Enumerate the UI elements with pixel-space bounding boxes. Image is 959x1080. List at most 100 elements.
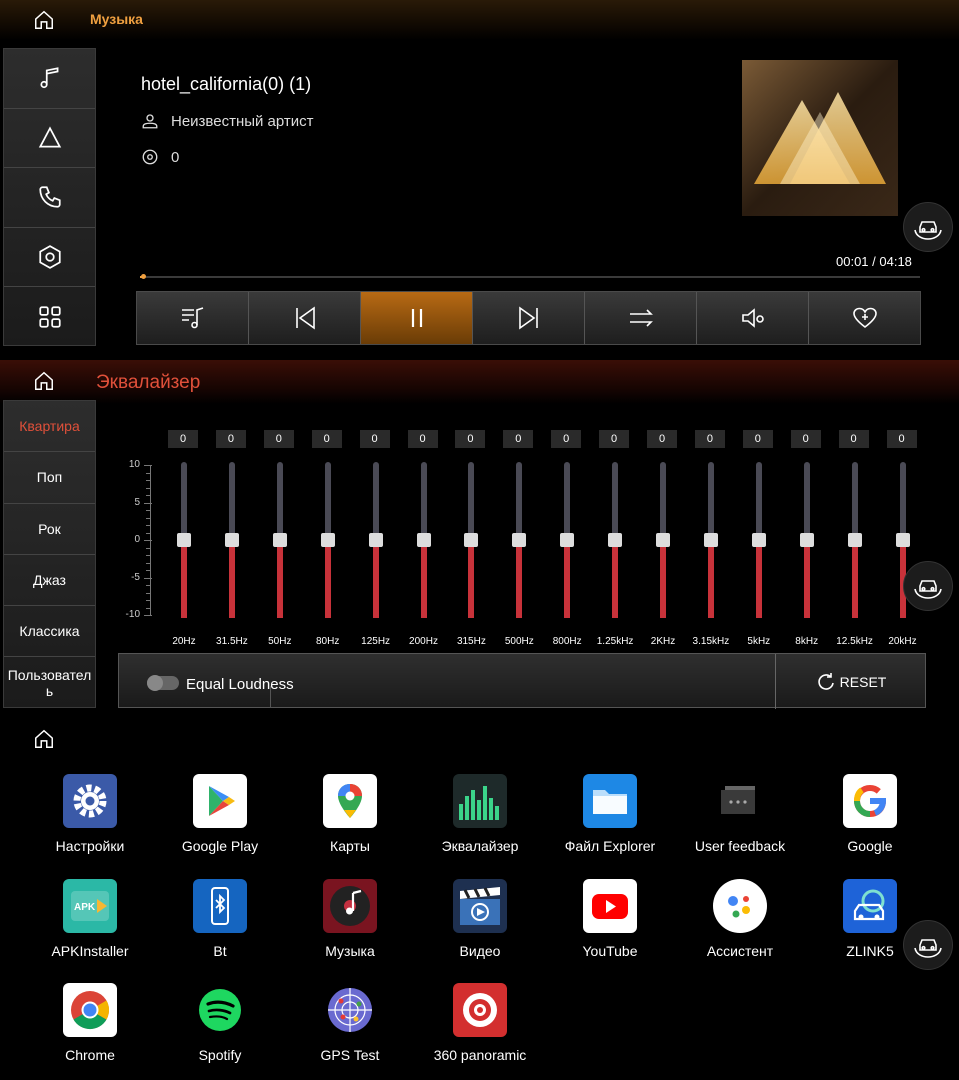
pause-button[interactable] <box>361 292 473 344</box>
band-slider-knob[interactable] <box>560 533 575 547</box>
app-tile[interactable]: Музыка <box>285 878 415 959</box>
sound-settings-button[interactable] <box>697 292 809 344</box>
side-nav-navigation[interactable] <box>4 109 95 169</box>
band-slider-knob[interactable] <box>272 533 287 547</box>
band-value: 0 <box>838 430 869 448</box>
band-level <box>181 540 187 618</box>
app-tile[interactable]: Spotify <box>155 983 285 1063</box>
band-level <box>707 540 714 618</box>
scale-label: 5 <box>134 496 140 508</box>
preset-item[interactable]: Классика <box>4 606 95 658</box>
band-value: 0 <box>742 430 773 448</box>
music-app-icon <box>323 878 377 933</box>
music-side-nav <box>3 48 96 346</box>
band-slider-knob[interactable] <box>895 533 910 547</box>
app-tile[interactable]: YouTube <box>545 878 675 959</box>
car-mode-button-eq[interactable] <box>903 561 953 611</box>
album-name: 0 <box>171 148 180 166</box>
progress-knob[interactable] <box>141 274 147 279</box>
app-tile[interactable]: Видео <box>415 878 545 959</box>
band-level <box>468 540 475 618</box>
band-slider-knob[interactable] <box>656 533 670 547</box>
progress-bar[interactable] <box>140 274 920 279</box>
music-top-bar: Музыка <box>0 0 959 40</box>
band-value: 0 <box>168 430 198 448</box>
app-label: GPS Test <box>320 1047 380 1063</box>
band-slider-knob[interactable] <box>368 533 383 547</box>
favorite-button[interactable] <box>809 292 920 344</box>
app-tile[interactable]: 360 panoramic <box>415 983 545 1063</box>
band-slider-knob[interactable] <box>751 533 766 547</box>
band-value: 0 <box>886 430 917 448</box>
home-icon[interactable] <box>33 370 55 392</box>
app-tile[interactable]: Google <box>805 774 935 854</box>
band-slider-knob[interactable] <box>177 533 191 547</box>
google-icon <box>843 774 897 828</box>
band-slider-knob[interactable] <box>847 533 862 547</box>
band-level <box>660 540 666 618</box>
app-tile[interactable]: APK APKInstaller <box>25 878 155 959</box>
band-slider-knob[interactable] <box>703 533 718 547</box>
app-tile[interactable]: Файл Explorer <box>545 774 675 854</box>
band-value: 0 <box>311 430 342 448</box>
preset-item[interactable]: Джаз <box>4 555 95 607</box>
favorite-icon <box>852 307 877 329</box>
playback-controls <box>136 291 921 345</box>
music-player-panel: Музыка hotel_california(0) (1) Неизвестн… <box>0 0 959 360</box>
band-slider-knob[interactable] <box>464 533 479 547</box>
reset-button[interactable]: RESET <box>776 654 926 709</box>
preset-item[interactable]: Поп <box>4 452 95 504</box>
app-tile[interactable]: Google Play <box>155 774 285 854</box>
app-label: APKInstaller <box>51 942 129 959</box>
home-icon[interactable] <box>33 728 55 750</box>
band-frequency: 20kHz <box>888 636 917 647</box>
shuffle-button[interactable] <box>585 292 697 344</box>
side-nav-phone[interactable] <box>4 168 95 228</box>
car-mode-button-launcher[interactable] <box>903 920 953 970</box>
app-label: Ассистент <box>706 942 774 959</box>
equal-loudness-toggle[interactable] <box>147 675 179 691</box>
app-tile[interactable]: User feedback <box>675 774 805 854</box>
previous-button[interactable] <box>249 292 361 344</box>
preset-item[interactable]: Квартира <box>4 401 95 453</box>
app-label: Chrome <box>65 1047 115 1063</box>
app-tile[interactable]: Ассистент <box>675 878 805 959</box>
playlist-button[interactable] <box>137 292 249 344</box>
equalizer-icon <box>453 774 507 828</box>
scale-tick <box>146 472 151 474</box>
google-play-icon <box>193 774 247 828</box>
app-tile[interactable]: Настройки <box>25 774 155 854</box>
artist-name: Неизвестный артист <box>171 112 314 130</box>
side-nav-music[interactable] <box>4 49 95 109</box>
band-slider-knob[interactable] <box>799 533 814 547</box>
band-slider-knob[interactable] <box>512 533 527 547</box>
app-tile[interactable]: Bt <box>155 878 285 959</box>
band-value: 0 <box>263 430 294 448</box>
band-slider-knob[interactable] <box>320 533 335 547</box>
svg-text:APK: APK <box>74 902 96 913</box>
equalizer-top-bar: Эквалайзер <box>0 360 959 404</box>
app-label: Google <box>847 838 893 854</box>
preset-item[interactable]: Рок <box>4 504 95 555</box>
app-tile[interactable]: GPS Test <box>285 983 415 1063</box>
band-level <box>324 540 331 618</box>
app-tile[interactable]: Эквалайзер <box>415 774 545 854</box>
app-label: Эквалайзер <box>441 838 519 854</box>
band-value: 0 <box>647 430 677 448</box>
band-slider-knob[interactable] <box>608 533 623 547</box>
app-tile[interactable]: Chrome <box>25 983 155 1063</box>
scale-tick <box>146 547 151 549</box>
car-mode-button[interactable] <box>903 202 953 252</box>
preset-item[interactable]: Пользователь <box>4 657 95 708</box>
settings-hexagon-icon <box>38 245 61 269</box>
navigation-icon <box>38 126 61 148</box>
app-tile[interactable]: Карты <box>285 774 415 854</box>
side-nav-settings[interactable] <box>4 228 95 288</box>
band-slider-knob[interactable] <box>224 533 239 547</box>
scale-label: -10 <box>125 609 140 620</box>
next-button[interactable] <box>473 292 585 344</box>
side-nav-apps[interactable] <box>4 287 95 347</box>
band-slider-knob[interactable] <box>416 533 431 547</box>
home-icon[interactable] <box>33 9 55 31</box>
band-level <box>276 540 283 618</box>
